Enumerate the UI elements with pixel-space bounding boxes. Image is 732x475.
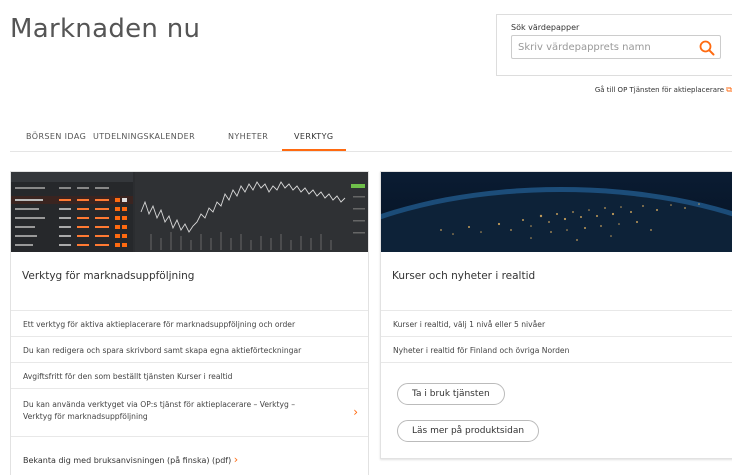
search-input[interactable]: [518, 39, 688, 55]
search-label: Sök värdepapper: [511, 23, 580, 32]
list-item: Nyheter i realtid för Finland och övriga…: [381, 336, 732, 362]
tab-bar: BÖRSEN IDAG UTDELNINGSKALENDER NYHETER V…: [10, 128, 732, 152]
manual-pdf-link-label: Bekanta dig med bruksanvisningen (på fin…: [23, 456, 232, 465]
card-title: Verktyg för marknadsuppföljning: [22, 270, 195, 282]
search-field[interactable]: [511, 35, 721, 59]
chevron-right-icon: ›: [353, 405, 358, 419]
list-item: Kurser i realtid, välj 1 nivå eller 5 ni…: [381, 310, 732, 336]
list-item: Ett verktyg för aktiva aktieplacerare fö…: [11, 310, 368, 336]
list-item: Avgiftsfritt för den som beställt tjänst…: [11, 362, 368, 388]
page-title: Marknaden nu: [10, 14, 201, 44]
card-market-tool: Verktyg för marknadsuppföljning Ett verk…: [10, 171, 369, 475]
op-service-link[interactable]: Gå till OP Tjänsten för aktieplacerare ⧉: [595, 85, 732, 95]
read-more-button[interactable]: Läs mer på produktsidan: [397, 420, 540, 442]
search-icon[interactable]: [698, 39, 716, 57]
external-link-icon: ⧉: [726, 85, 732, 94]
op-service-link-label: Gå till OP Tjänsten för aktieplacerare: [594, 86, 725, 94]
trading-screen-image: [11, 172, 368, 252]
active-tab-indicator: [282, 149, 346, 151]
divider: [381, 362, 732, 363]
tab-borsen-idag[interactable]: BÖRSEN IDAG: [26, 132, 86, 152]
card-title: Kurser och nyheter i realtid: [392, 270, 536, 282]
activate-service-button[interactable]: Ta i bruk tjänsten: [397, 383, 505, 405]
tab-nyheter[interactable]: NYHETER: [228, 132, 268, 152]
chevron-right-icon: ›: [233, 453, 239, 466]
tab-utdelningskalender[interactable]: UTDELNINGSKALENDER: [93, 132, 195, 152]
card-realtime: Kurser och nyheter i realtid Kurser i re…: [380, 171, 732, 459]
manual-pdf-link[interactable]: Bekanta dig med bruksanvisningen (på fin…: [23, 453, 238, 466]
tool-link-row[interactable]: Du kan använda verktyget via OP:s tjänst…: [11, 388, 368, 436]
security-search-panel: Sök värdepapper: [496, 14, 732, 76]
earth-night-image: [381, 172, 732, 252]
list-item: Du kan redigera och spara skrivbord samt…: [11, 336, 368, 362]
